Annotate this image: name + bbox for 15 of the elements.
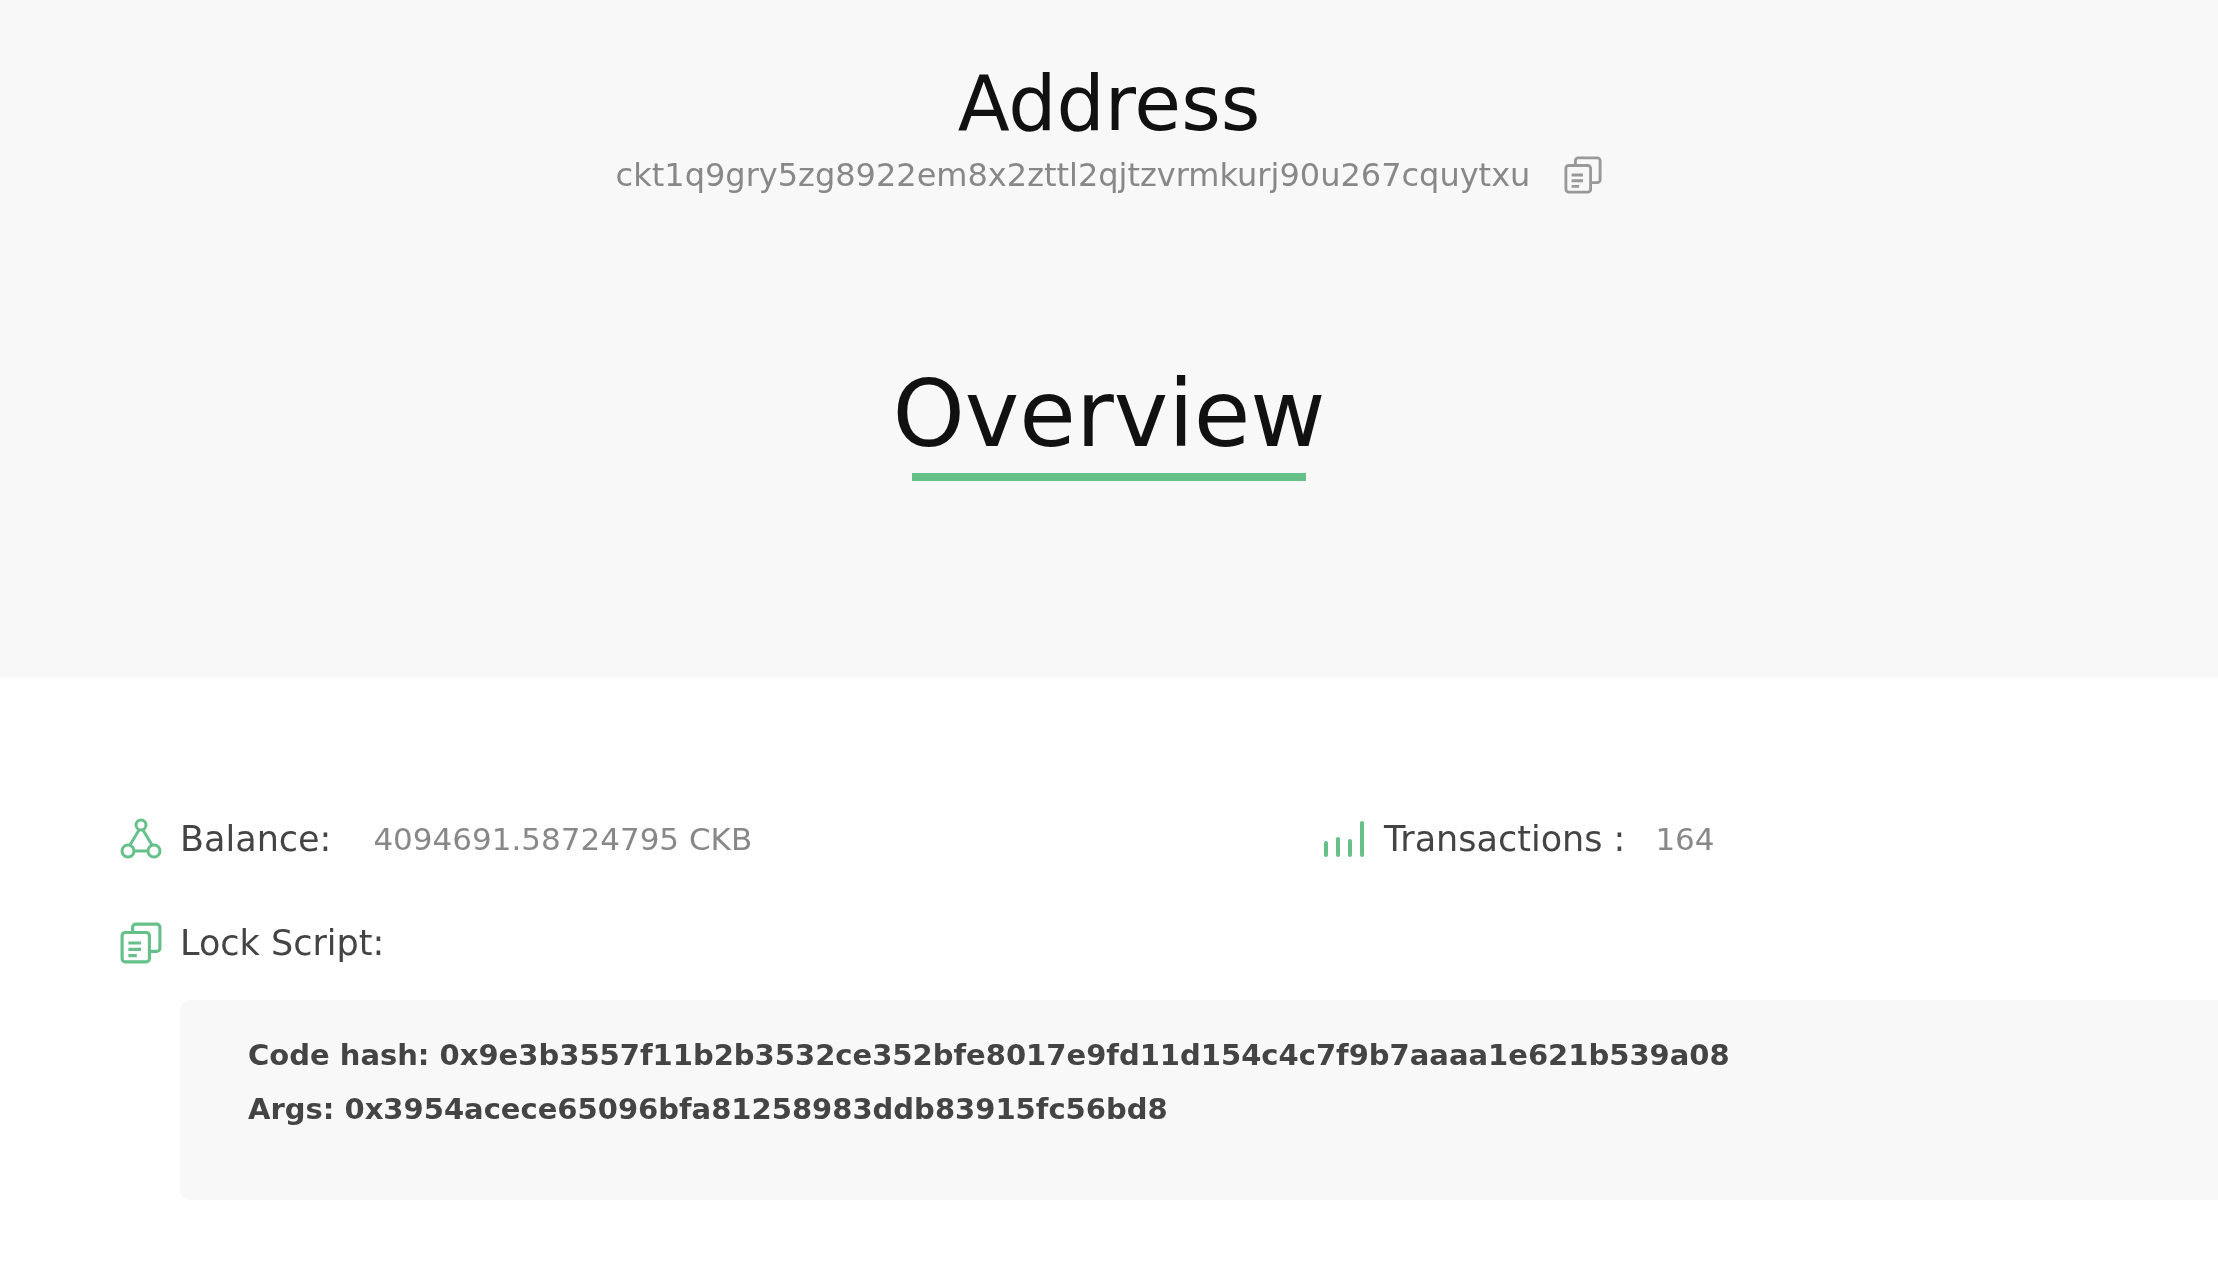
script-line: Code hash: 0x9e3b3557f11b2b3532ce352bfe8017e9fd11d154c4c7f9b7aaaa1e621b539a08	[248, 1038, 1731, 1072]
address-hash: ckt1q9gry5zg8922em8x2zttl2qjtzvrmkurj90u267cquytxu	[615, 155, 1531, 194]
lock-script-label: Lock Script:	[180, 923, 385, 963]
balance-value: 4094691.58724795 CKB	[373, 821, 753, 857]
transactions-label: Transactions :	[1384, 819, 1626, 859]
copy-icon	[1564, 155, 1603, 194]
copy-button[interactable]	[1564, 155, 1603, 194]
overview-tab[interactable]: Overview	[892, 363, 1326, 481]
nodes-icon	[120, 818, 162, 860]
script-line: Args: 0x3954acece65096bfa81258983ddb83915fc56bd8	[248, 1092, 1169, 1126]
bar-chart-icon	[1322, 819, 1366, 859]
transactions-value: 164	[1655, 821, 1715, 857]
balance-label: Balance:	[180, 819, 332, 859]
document-icon	[120, 922, 162, 964]
page-title: Address	[957, 62, 1261, 146]
